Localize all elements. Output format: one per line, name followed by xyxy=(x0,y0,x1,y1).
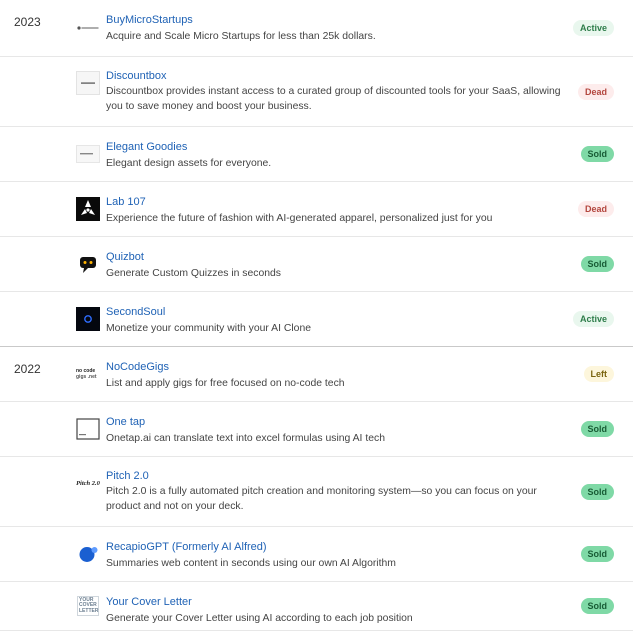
project-row-discountbox: Discountbox Discountbox provides instant … xyxy=(0,57,633,127)
lab107-logo[interactable] xyxy=(76,197,100,221)
status-badge: Sold xyxy=(580,598,614,614)
quizbot-logo[interactable] xyxy=(76,252,100,276)
status-badge: Sold xyxy=(580,146,614,162)
project-name-link[interactable]: BuyMicroStartups xyxy=(106,14,193,26)
project-name-link[interactable]: Quizbot xyxy=(106,251,144,263)
project-description: Experience the future of fashion with AI… xyxy=(106,213,493,224)
onetap-logo[interactable] xyxy=(76,417,100,441)
pitch-logo[interactable]: Pitch 2.0 xyxy=(76,471,100,495)
status-badge: Dead xyxy=(577,201,614,217)
logo-text: gigs .net xyxy=(76,374,97,380)
project-description: Monetize your community with your AI Clo… xyxy=(106,323,312,334)
project-name-link[interactable]: Pitch 2.0 xyxy=(106,470,149,482)
project-row-elegant-goodies: Elegant Goodies Elegant design assets for… xyxy=(0,127,633,182)
project-description: Pitch 2.0 is a fully automated pitch cre… xyxy=(106,486,537,512)
project-name-link[interactable]: Discountbox xyxy=(106,70,167,82)
project-row-pitch-2-0: Pitch 2.0 Pitch 2.0 Pitch 2.0 is a fully a… xyxy=(0,457,633,527)
project-name-link[interactable]: SecondSoul xyxy=(106,306,165,318)
project-description: Discountbox provides instant access to a… xyxy=(106,86,561,112)
status-badge: Active xyxy=(572,311,614,327)
project-name-link[interactable]: RecapioGPT (Formerly AI Alfred) xyxy=(106,541,267,553)
project-name-link[interactable]: One tap xyxy=(106,416,145,428)
status-badge: Left xyxy=(583,366,614,382)
status-badge: Sold xyxy=(580,484,614,500)
project-name-link[interactable]: Lab 107 xyxy=(106,196,146,208)
year-label: 2023 xyxy=(14,15,41,29)
logo-text: YOUR COVER LETTER xyxy=(77,595,99,617)
project-name-link[interactable]: Elegant Goodies xyxy=(106,141,187,153)
project-row-lab-107: Lab 107 Experience the future of fashion … xyxy=(0,182,633,237)
project-description: Acquire and Scale Micro Startups for les… xyxy=(106,31,376,42)
project-description: Elegant design assets for everyone. xyxy=(106,158,272,169)
discountbox-logo[interactable] xyxy=(76,71,100,95)
project-row-nocodegigs: 2022 no code gigs .net NoCodeGigs List and a… xyxy=(0,347,633,402)
elegant-goodies-logo[interactable] xyxy=(76,142,100,166)
project-row-recapiogpt-formerly-ai-alfred: RecapioGPT (Formerly AI Alfred) Summaries… xyxy=(0,527,633,582)
yourcoverletter-logo[interactable]: YOUR COVER LETTER xyxy=(76,594,100,618)
logo-text: Pitch 2.0 xyxy=(76,479,100,487)
project-description: Onetap.ai can translate text into excel … xyxy=(106,433,385,444)
buymicrostartups-logo[interactable] xyxy=(76,16,100,40)
recapio-logo[interactable] xyxy=(76,542,100,566)
project-description: Summaries web content in seconds using o… xyxy=(106,558,396,569)
project-description: Generate Custom Quizzes in seconds xyxy=(106,268,281,279)
project-description: Generate your Cover Letter using AI acco… xyxy=(106,613,413,624)
status-badge: Sold xyxy=(580,421,614,437)
nocodegigs-logo[interactable]: no code gigs .net xyxy=(76,362,100,386)
status-badge: Sold xyxy=(580,546,614,562)
project-row-quizbot: Quizbot Generate Custom Quizzes in second… xyxy=(0,237,633,292)
project-name-link[interactable]: NoCodeGigs xyxy=(106,361,169,373)
project-row-one-tap: One tap Onetap.ai can translate text into… xyxy=(0,402,633,457)
status-badge: Sold xyxy=(580,256,614,272)
project-row-secondsoul: SecondSoul Monetize your community with y… xyxy=(0,292,633,347)
project-name-link[interactable]: Your Cover Letter xyxy=(106,596,192,608)
status-badge: Dead xyxy=(577,84,614,100)
year-label: 2022 xyxy=(14,362,41,376)
project-description: List and apply gigs for free focused on … xyxy=(106,378,345,389)
status-badge: Active xyxy=(572,20,614,36)
project-row-buymicrostartups: 2023 BuyMicroStartups Acquire and Scale Mi… xyxy=(0,0,633,57)
secondsoul-logo[interactable] xyxy=(76,307,100,331)
project-row-your-cover-letter: YOUR COVER LETTER Your Cover Letter Genera… xyxy=(0,582,633,631)
